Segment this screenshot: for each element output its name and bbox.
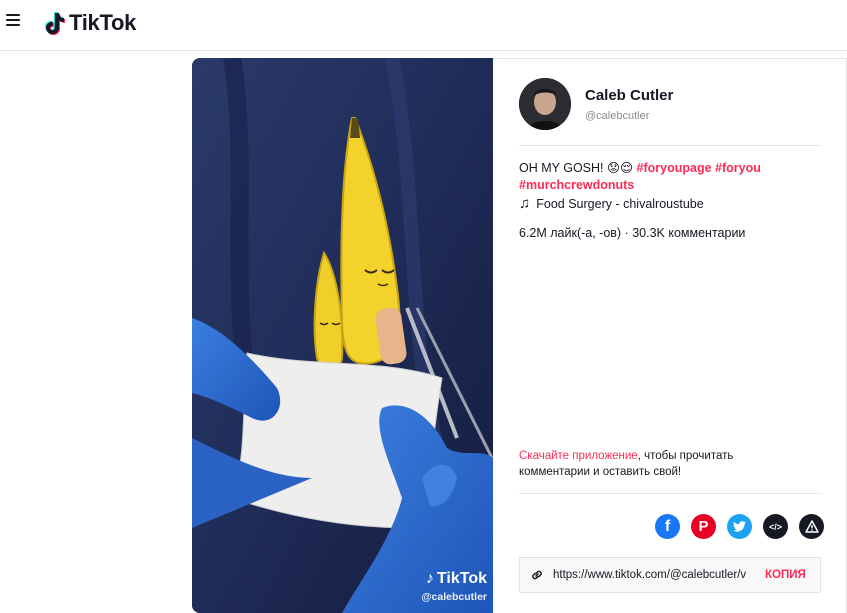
divider: [519, 145, 822, 146]
avatar[interactable]: [519, 78, 571, 130]
video-info-panel: Caleb Cutler @calebcutler OH MY GOSH! 😟😌…: [493, 58, 847, 613]
video-url[interactable]: https://www.tiktok.com/@calebcutler/v: [553, 569, 750, 581]
embed-icon[interactable]: </>: [763, 514, 788, 539]
caption-text: OH MY GOSH! 😟😌: [519, 161, 637, 175]
music-title: Food Surgery - chivalroustube: [536, 197, 704, 211]
pinterest-icon[interactable]: P: [691, 514, 716, 539]
divider: [519, 493, 822, 494]
facebook-icon[interactable]: f: [655, 514, 680, 539]
tiktok-watermark-icon: ♪: [425, 570, 434, 587]
share-buttons: f P </>: [655, 514, 824, 539]
hashtag-link[interactable]: #murchcrewdonuts: [519, 178, 634, 192]
hashtag-link[interactable]: #foryou: [715, 161, 761, 175]
music-link[interactable]: ♫ Food Surgery - chivalroustube: [519, 195, 704, 212]
tiktok-note-icon: [45, 12, 65, 35]
video-caption: OH MY GOSH! 😟😌 #foryoupage #foryou #murch…: [519, 160, 819, 194]
author-name[interactable]: Caleb Cutler: [585, 87, 673, 104]
music-note-icon: ♫: [519, 195, 531, 212]
copy-link-button[interactable]: КОПИЯ: [765, 569, 806, 581]
download-prompt: Скачайте приложение, чтобы прочитать ком…: [519, 448, 789, 480]
logo-text: TikTok: [69, 10, 137, 35]
video-player[interactable]: ♪ TikTok @calebcutler: [192, 58, 493, 613]
hamburger-menu-icon[interactable]: [6, 14, 20, 26]
download-app-link[interactable]: Скачайте приложение: [519, 450, 638, 462]
report-icon[interactable]: [799, 514, 824, 539]
twitter-icon[interactable]: [727, 514, 752, 539]
author-handle[interactable]: @calebcutler: [585, 110, 649, 122]
avatar-image: [519, 78, 571, 130]
link-icon: [532, 570, 542, 580]
video-watermark: ♪ TikTok @calebcutler: [421, 570, 487, 603]
tiktok-logo[interactable]: TikTok: [44, 9, 136, 37]
watermark-handle: @calebcutler: [421, 591, 487, 603]
video-frame: [192, 58, 493, 613]
top-bar: TikTok: [0, 0, 847, 51]
video-stats: 6.2M лайк(-а, -ов) · 30.3K комментарии: [519, 226, 746, 240]
video-card: ♪ TikTok @calebcutler Caleb Cutler @cale…: [192, 58, 847, 613]
hashtag-link[interactable]: #foryoupage: [637, 161, 712, 175]
watermark-logo-text: TikTok: [436, 570, 487, 587]
video-link-box: https://www.tiktok.com/@calebcutler/v КО…: [519, 557, 821, 593]
